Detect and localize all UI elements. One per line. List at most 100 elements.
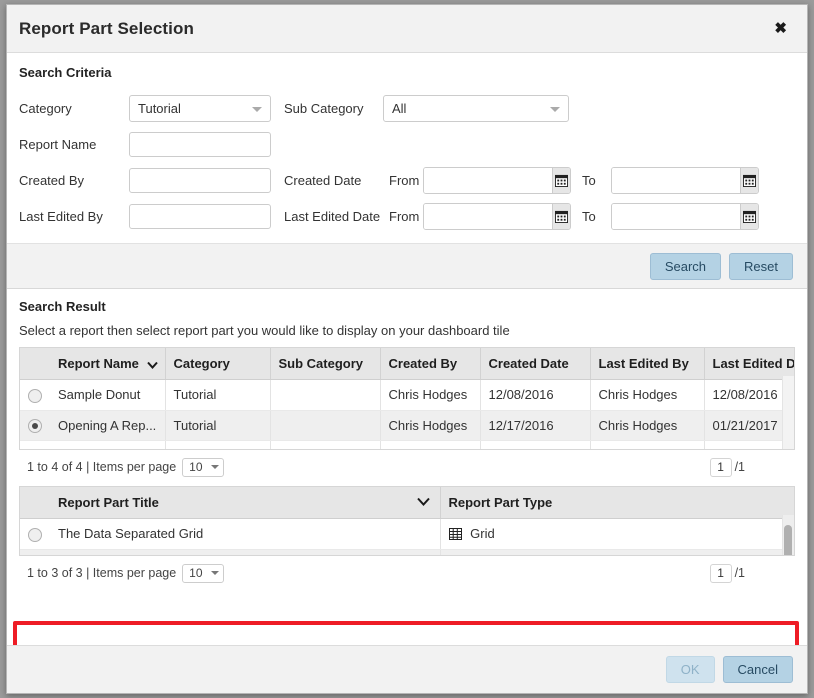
row-radio-cell[interactable] [20, 379, 50, 411]
created-date-to-field[interactable] [611, 167, 759, 194]
calendar-icon[interactable] [740, 168, 758, 193]
reports-items-per-page-value: 10 [189, 460, 203, 474]
table-row[interactable]: Sample Donut Tutorial Chris Hodges 12/08… [20, 379, 794, 411]
col-report-part-title[interactable]: Report Part Title [50, 487, 441, 519]
created-by-label: Created By [19, 173, 85, 188]
report-parts-table-container: Report Part Title Report Part Type The D… [19, 486, 795, 556]
reports-table-scroll[interactable]: Report Name Category Sub Category Create… [20, 348, 794, 449]
last-edited-date-to-field[interactable] [611, 203, 759, 230]
cancel-button[interactable]: Cancel [722, 656, 793, 683]
created-date-from-label: From [389, 173, 420, 188]
calendar-icon[interactable] [740, 204, 758, 229]
col-report-name-label: Report Name [58, 356, 139, 371]
created-date-to-label: To [582, 173, 596, 188]
calendar-icon[interactable] [552, 168, 570, 193]
reports-select-col [20, 348, 50, 380]
cell-part-title: Bottom Bar Chart [50, 549, 441, 555]
created-date-from-input[interactable] [424, 168, 553, 193]
list-item[interactable]: The Data Separated Grid Grid [20, 518, 794, 550]
col-created-by[interactable]: Created By [380, 348, 481, 380]
reset-button[interactable]: Reset [729, 252, 793, 280]
last-edited-date-to-label: To [582, 209, 596, 224]
cell-created-by: Chris Hodges [380, 440, 481, 449]
part-radio[interactable] [28, 527, 42, 542]
created-date-from-field[interactable] [423, 167, 571, 194]
report-parts-scrollbar-thumb[interactable] [784, 525, 792, 555]
report-parts-table-scroll[interactable]: Report Part Title Report Part Type The D… [20, 487, 794, 555]
cell-created-date: 12/17/2016 [480, 410, 591, 442]
cell-report-name: Opening A Rep... [50, 410, 166, 442]
category-select[interactable]: Tutorial [129, 95, 271, 122]
report-parts-pager: 1 to 3 of 3 | Items per page 10 1 /1 [19, 558, 795, 588]
col-category[interactable]: Category [165, 348, 271, 380]
table-row[interactable]: Country Filtered... Tutorial Chris Hodge… [20, 440, 794, 449]
last-edited-by-label: Last Edited By [19, 209, 103, 224]
cell-last-edited-by: Chris Hodges [590, 410, 705, 442]
col-last-edited-date[interactable]: Last Edited Date [704, 348, 794, 380]
reports-table-head: Report Name Category Sub Category Create… [20, 348, 794, 380]
table-row[interactable]: Opening A Rep... Tutorial Chris Hodges 1… [20, 410, 794, 442]
cell-category: Tutorial [165, 379, 271, 411]
chevron-down-icon [210, 465, 219, 469]
report-name-input[interactable] [129, 132, 271, 157]
report-parts-table-body: The Data Separated Grid Grid Bottom Bar … [20, 518, 794, 555]
cell-last-edited-by: Chris Hodges [590, 379, 705, 411]
cell-category: Tutorial [165, 410, 271, 442]
reports-header-row: Report Name Category Sub Category Create… [20, 348, 794, 380]
search-button[interactable]: Search [649, 252, 722, 280]
search-criteria-heading: Search Criteria [19, 65, 112, 80]
col-sub-category[interactable]: Sub Category [270, 348, 381, 380]
reports-scrollbar-track[interactable] [782, 376, 794, 449]
calendar-icon[interactable] [552, 204, 570, 229]
last-edited-date-to-input[interactable] [612, 204, 741, 229]
report-parts-page-controls: 1 /1 [709, 563, 787, 583]
part-radio-cell[interactable] [20, 518, 50, 550]
report-parts-items-per-page-value: 10 [189, 566, 203, 580]
cell-last-edited-date: 12/08/2016 [704, 379, 794, 411]
row-radio-selected[interactable] [28, 419, 42, 434]
col-created-date[interactable]: Created Date [480, 348, 591, 380]
row-radio-cell[interactable] [20, 440, 50, 449]
cell-created-by: Chris Hodges [380, 379, 481, 411]
row-radio[interactable] [28, 388, 42, 403]
part-radio-cell[interactable] [20, 549, 50, 555]
cell-sub-category [270, 410, 381, 442]
cell-category: Tutorial [165, 440, 271, 449]
reports-page-total: /1 [734, 460, 745, 474]
row-radio-cell[interactable] [20, 410, 50, 442]
created-date-label: Created Date [284, 173, 362, 188]
cell-part-title: The Data Separated Grid [50, 518, 441, 550]
report-parts-table-head: Report Part Title Report Part Type [20, 487, 794, 519]
report-part-selection-dialog: Report Part Selection ✖ Search Criteria … [6, 4, 808, 694]
list-item[interactable]: Bottom Bar Chart Chart [20, 549, 794, 555]
created-by-input[interactable] [129, 168, 271, 193]
search-result-hint: Select a report then select report part … [19, 323, 510, 338]
cell-report-name: Country Filtered... [50, 440, 166, 449]
col-report-name[interactable]: Report Name [50, 348, 166, 380]
sub-category-select[interactable]: All [383, 95, 569, 122]
last-edited-date-from-input[interactable] [424, 204, 553, 229]
cell-part-type: Grid [440, 518, 794, 550]
last-edited-date-from-field[interactable] [423, 203, 571, 230]
category-label: Category [19, 101, 72, 116]
dialog-footer: OK Cancel [7, 645, 807, 693]
category-select-value: Tutorial [138, 101, 181, 116]
report-parts-items-per-page-select[interactable]: 10 [182, 563, 225, 583]
col-last-edited-by[interactable]: Last Edited By [590, 348, 705, 380]
search-actions-bar: Search Reset [7, 243, 807, 289]
last-edited-by-input[interactable] [129, 204, 271, 229]
chevron-down-icon [416, 497, 430, 506]
report-parts-page-input[interactable]: 1 [709, 563, 732, 583]
reports-page-input[interactable]: 1 [709, 457, 732, 477]
created-date-to-input[interactable] [612, 168, 741, 193]
reports-items-per-page-select[interactable]: 10 [182, 457, 225, 477]
close-icon[interactable]: ✖ [768, 17, 793, 40]
col-report-part-title-label: Report Part Title [58, 495, 159, 510]
report-parts-scrollbar-track[interactable] [782, 515, 794, 555]
ok-button[interactable]: OK [665, 656, 715, 683]
report-parts-range-text: 1 to 3 of 3 | Items per page [27, 566, 177, 580]
cell-last-edited-by: Chris Hodges [590, 440, 705, 449]
col-report-part-type[interactable]: Report Part Type [440, 487, 794, 519]
criteria-row-last-edited-by: Last Edited By Last Edited Date From To [19, 200, 795, 233]
last-edited-date-label: Last Edited Date [284, 209, 381, 224]
